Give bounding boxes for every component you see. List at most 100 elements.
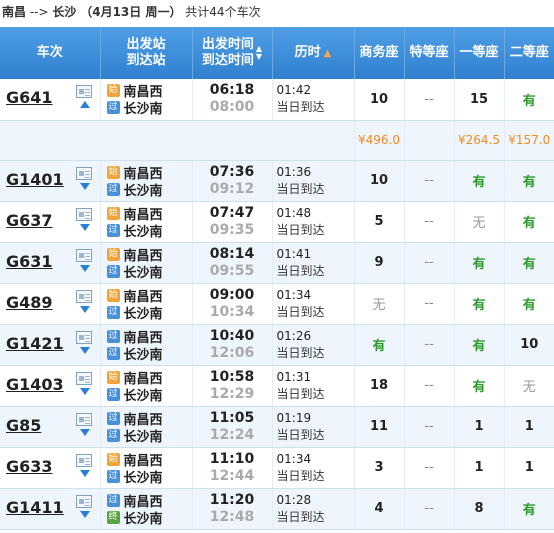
triangle-up-icon[interactable] [79, 101, 90, 108]
triangle-down-icon[interactable] [79, 387, 90, 395]
table-row[interactable]: G489 始 南昌西 过 长沙南 09:00 10:34 01:34 当日到达 … [0, 283, 554, 325]
train-cell: G489 [0, 283, 101, 325]
seat-value: -- [424, 337, 434, 352]
time-header-l1: 出发时间 [201, 37, 254, 52]
document-icon[interactable] [75, 166, 92, 180]
triangle-down-icon[interactable] [79, 469, 90, 477]
table-row[interactable]: G1411 过 南昌西 终 长沙南 11:20 12:48 01:28 当日到达… [0, 488, 554, 530]
train-number-link[interactable]: G637 [6, 211, 53, 230]
document-icon[interactable] [75, 85, 92, 98]
business-seat-cell: 10 [354, 79, 405, 121]
train-table: 车次 出发站 到达站 出发时间 到达时间 ▲ ▼ 历时 ▲ 商务座 特等座 一等座 [0, 27, 554, 530]
premium-seat-cell: -- [404, 160, 455, 202]
duration-value: 01:48 [276, 205, 312, 220]
train-number-link[interactable]: G641 [6, 88, 53, 107]
time-cell: 11:10 12:44 [192, 447, 273, 489]
document-icon[interactable] [75, 412, 92, 426]
train-number-link[interactable]: G631 [6, 252, 53, 271]
train-cell: G1411 [0, 488, 101, 530]
table-row[interactable]: G633 始 南昌西 过 长沙南 11:10 12:44 01:34 当日到达 … [0, 447, 554, 489]
table-row[interactable]: G631 始 南昌西 过 长沙南 08:14 09:55 01:41 当日到达 … [0, 242, 554, 284]
first-seat-cell: 15 [454, 79, 505, 121]
duration-value: 01:31 [276, 369, 312, 384]
triangle-down-icon[interactable] [79, 305, 90, 313]
train-number-link[interactable]: G489 [6, 293, 53, 312]
second-seat-cell: 有 [504, 242, 554, 284]
seat-value: -- [424, 378, 434, 393]
document-icon[interactable] [75, 453, 92, 467]
sort-updown-icon[interactable]: ▲ ▼ [256, 45, 262, 61]
duration-cell: 01:34 当日到达 [272, 447, 355, 489]
departure-time: 11:10 [209, 450, 255, 467]
arrival-note: 当日到达 [276, 304, 325, 319]
second-seat-cell: 有 [504, 79, 554, 121]
arrival-note: 当日到达 [276, 345, 325, 360]
seat-value: 10 [369, 91, 389, 107]
train-number-link[interactable]: G1401 [6, 170, 64, 189]
document-icon[interactable] [75, 207, 92, 221]
col-duration-header[interactable]: 历时 ▲ [272, 27, 355, 79]
arrival-note: 当日到达 [276, 222, 325, 237]
second-seat-cell: 有 [504, 488, 554, 530]
second-seat-cell: 1 [504, 447, 554, 489]
arrival-time: 08:00 [209, 99, 255, 116]
train-number-link[interactable]: G1411 [6, 498, 64, 517]
triangle-down-icon[interactable] [79, 510, 90, 518]
triangle-down-icon[interactable] [79, 223, 90, 231]
seat-value: 18 [369, 378, 389, 393]
triangle-down-icon[interactable] [79, 428, 90, 436]
col-time-header[interactable]: 出发时间 到达时间 ▲ ▼ [192, 27, 273, 79]
table-row[interactable]: G637 始 南昌西 过 长沙南 07:47 09:35 01:48 当日到达 … [0, 201, 554, 243]
train-cell: G631 [0, 242, 101, 284]
train-number-link[interactable]: G85 [6, 416, 41, 435]
first-seat-cell: 有 [454, 242, 505, 284]
sort-asc-icon[interactable]: ▲ [324, 48, 332, 59]
table-row[interactable]: G641 始 南昌西 过 长沙南 06:18 08:00 01:42 当日到达 … [0, 79, 554, 121]
seat-value: 4 [374, 501, 384, 516]
train-cell: G85 [0, 406, 101, 448]
train-cell: G1403 [0, 365, 101, 407]
station-cell: 始 南昌西 过 长沙南 [100, 201, 193, 243]
document-icon[interactable] [75, 494, 92, 508]
departure-time: 11:20 [209, 491, 255, 508]
seat-value: 11 [369, 419, 389, 434]
first-seat-cell: 1 [454, 447, 505, 489]
first-seat-cell: 有 [454, 283, 505, 325]
station-cell: 过 南昌西 过 长沙南 [100, 324, 193, 366]
document-icon[interactable] [75, 289, 92, 303]
premium-seat-cell: -- [404, 79, 455, 121]
premium-seat-cell: -- [404, 406, 455, 448]
document-icon[interactable] [75, 248, 92, 262]
col-train-header[interactable]: 车次 [0, 27, 101, 79]
time-cell: 10:40 12:06 [192, 324, 273, 366]
first-seat-cell: 有 [454, 160, 505, 202]
business-seat-cell: 无 [354, 283, 405, 325]
time-cell: 06:18 08:00 [192, 79, 273, 121]
arrival-station: 长沙南 [123, 224, 163, 240]
arrival-station: 长沙南 [123, 102, 163, 118]
train-number-link[interactable]: G1403 [6, 375, 64, 394]
triangle-down-icon[interactable] [79, 182, 90, 190]
station-type-badge: 过 [106, 223, 120, 237]
seat-value: 有 [522, 216, 536, 231]
time-cell: 09:00 10:34 [192, 283, 273, 325]
table-row[interactable]: G1403 始 南昌西 过 长沙南 10:58 12:29 01:31 当日到达… [0, 365, 554, 407]
station-cell: 始 南昌西 过 长沙南 [100, 242, 193, 284]
time-cell: 08:14 09:55 [192, 242, 273, 284]
table-row[interactable]: G1421 过 南昌西 过 长沙南 10:40 12:06 01:26 当日到达… [0, 324, 554, 366]
triangle-down-icon[interactable] [79, 264, 90, 272]
document-icon[interactable] [75, 371, 92, 385]
train-number-link[interactable]: G633 [6, 457, 53, 476]
table-row[interactable]: G1401 始 南昌西 过 长沙南 07:36 09:12 01:36 当日到达… [0, 160, 554, 202]
document-icon[interactable] [75, 330, 92, 344]
seat-value: 有 [472, 380, 486, 395]
premium-seat-cell: -- [404, 488, 455, 530]
train-number-link[interactable]: G1421 [6, 334, 64, 353]
first-price: ¥264.5 [454, 120, 505, 161]
premium-seat-cell: -- [404, 324, 455, 366]
route-to: 长沙 [52, 5, 77, 19]
triangle-down-icon[interactable] [79, 346, 90, 354]
train-actions [75, 248, 96, 272]
duration-value: 01:28 [276, 492, 312, 507]
table-row[interactable]: G85 过 南昌西 过 长沙南 11:05 12:24 01:19 当日到达 1… [0, 406, 554, 448]
